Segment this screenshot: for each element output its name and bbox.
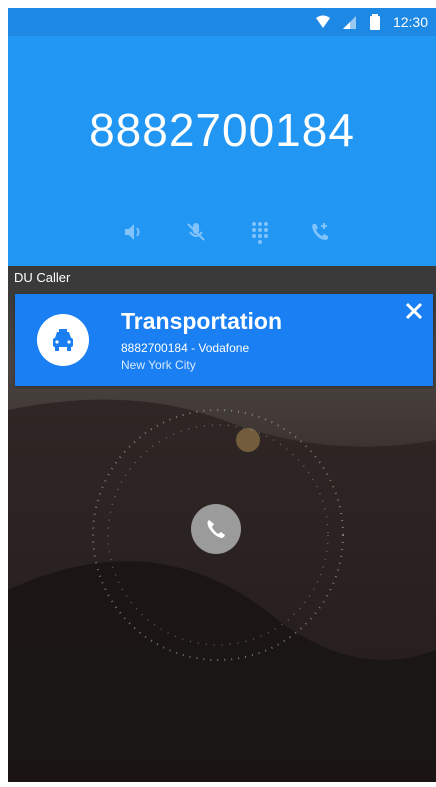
caller-app-strip: DU Caller — [8, 266, 436, 290]
close-icon[interactable] — [403, 300, 425, 322]
caller-app-label: DU Caller — [14, 270, 71, 285]
answer-call-button[interactable] — [191, 504, 241, 554]
speaker-icon[interactable] — [118, 218, 146, 246]
wifi-icon — [315, 14, 331, 30]
caller-number-carrier: 8882700184 - Vodafone — [121, 341, 250, 355]
status-bar: 12:30 — [8, 8, 436, 36]
caller-avatar — [37, 314, 89, 366]
call-actions — [8, 218, 436, 252]
taxi-icon — [53, 329, 73, 351]
caller-category: Transportation — [121, 308, 283, 334]
phone-icon — [207, 520, 225, 538]
caller-id-card[interactable]: Transportation 8882700184 - Vodafone New… — [15, 294, 433, 386]
mute-icon[interactable] — [182, 218, 210, 246]
status-time: 12:30 — [392, 14, 428, 30]
add-call-icon[interactable] — [306, 218, 334, 246]
caller-location: New York City — [121, 358, 196, 372]
dialpad-icon[interactable] — [246, 218, 274, 246]
battery-icon — [367, 14, 383, 30]
phone-screen: 12:30 8882700184 DU Caller Transportatio… — [8, 8, 436, 782]
signal-icon — [341, 14, 357, 30]
caller-number: 8882700184 — [89, 104, 355, 156]
call-header: 12:30 8882700184 — [8, 8, 436, 266]
